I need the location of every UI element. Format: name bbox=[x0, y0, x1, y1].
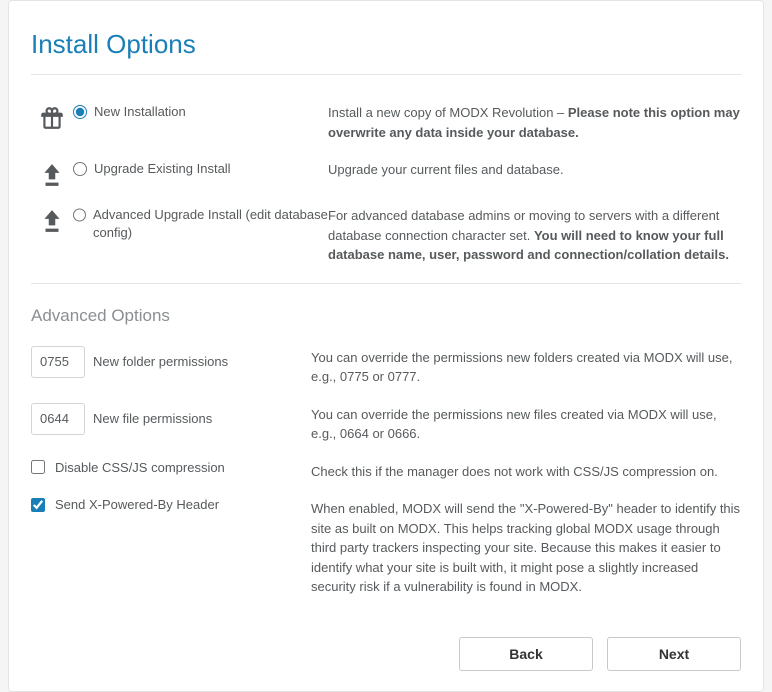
disable-compression-desc: Check this if the manager does not work … bbox=[311, 460, 741, 482]
file-permissions-desc: You can override the permissions new fil… bbox=[311, 403, 741, 444]
send-header-label: Send X-Powered-By Header bbox=[55, 497, 219, 512]
row-folder-permissions: New folder permissions You can override … bbox=[31, 346, 741, 387]
option-advanced-upgrade: Advanced Upgrade Install (edit database … bbox=[31, 206, 741, 265]
row-file-permissions: New file permissions You can override th… bbox=[31, 403, 741, 444]
row-send-header: Send X-Powered-By Header When enabled, M… bbox=[31, 497, 741, 597]
radio-advanced-upgrade-label[interactable]: Advanced Upgrade Install (edit database … bbox=[73, 206, 328, 242]
upgrade-icon bbox=[31, 160, 73, 188]
folder-permissions-input[interactable] bbox=[31, 346, 85, 378]
radio-new-install[interactable] bbox=[73, 105, 87, 119]
row-disable-compression: Disable CSS/JS compression Check this if… bbox=[31, 460, 741, 482]
folder-permissions-label: New folder permissions bbox=[93, 354, 228, 369]
radio-new-install-label[interactable]: New Installation bbox=[73, 103, 328, 121]
advanced-options-title: Advanced Options bbox=[31, 306, 741, 326]
send-header-desc: When enabled, MODX will send the "X-Powe… bbox=[311, 497, 741, 597]
desc-upgrade: Upgrade your current files and database. bbox=[328, 160, 741, 180]
radio-upgrade[interactable] bbox=[73, 162, 87, 176]
disable-compression-label-wrap[interactable]: Disable CSS/JS compression bbox=[31, 460, 311, 475]
advanced-upgrade-icon bbox=[31, 206, 73, 234]
radio-upgrade-label[interactable]: Upgrade Existing Install bbox=[73, 160, 328, 178]
radio-advanced-upgrade[interactable] bbox=[73, 208, 86, 222]
file-permissions-input[interactable] bbox=[31, 403, 85, 435]
disable-compression-checkbox[interactable] bbox=[31, 460, 45, 474]
desc-new-install: Install a new copy of MODX Revolution – … bbox=[328, 103, 741, 142]
option-new-install: New Installation Install a new copy of M… bbox=[31, 103, 741, 142]
desc-advanced-upgrade: For advanced database admins or moving t… bbox=[328, 206, 741, 265]
folder-permissions-desc: You can override the permissions new fol… bbox=[311, 346, 741, 387]
install-options-block: New Installation Install a new copy of M… bbox=[31, 91, 741, 284]
gift-icon bbox=[31, 103, 73, 131]
install-panel: Install Options New Installation Install… bbox=[8, 0, 764, 692]
send-header-label-wrap[interactable]: Send X-Powered-By Header bbox=[31, 497, 311, 512]
disable-compression-label: Disable CSS/JS compression bbox=[55, 460, 225, 475]
page-title: Install Options bbox=[31, 29, 741, 75]
option-upgrade: Upgrade Existing Install Upgrade your cu… bbox=[31, 160, 741, 188]
file-permissions-label: New file permissions bbox=[93, 411, 212, 426]
send-header-checkbox[interactable] bbox=[31, 498, 45, 512]
